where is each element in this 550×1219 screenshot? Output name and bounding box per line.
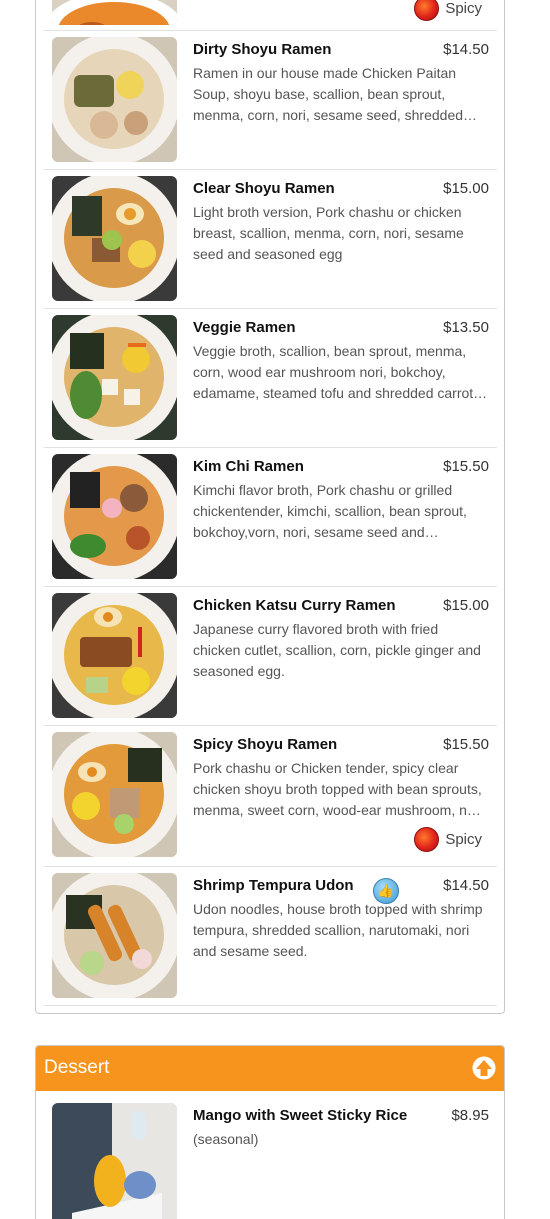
food-photo-graphic: [52, 1103, 177, 1219]
food-photo-graphic: [52, 454, 177, 579]
item-price: $15.50: [443, 458, 489, 475]
ramen-section-panel: Spicy Dirty Shoyu Ramen $14.50 Ramen in …: [35, 0, 505, 1014]
item-price: $14.50: [443, 877, 489, 894]
arrow-up-icon[interactable]: [472, 1056, 496, 1080]
food-photo: [52, 454, 177, 579]
item-name: Mango with Sweet Sticky Rice: [193, 1107, 408, 1124]
list-item[interactable]: Kim Chi Ramen $15.50 Kimchi flavor broth…: [44, 448, 497, 587]
dessert-section-panel: Dessert Mango with Sweet Sticky Rice $8.…: [35, 1045, 505, 1219]
spicy-tag: Spicy: [414, 0, 482, 21]
item-description: Veggie broth, scallion, bean sprout, men…: [193, 343, 488, 401]
item-price: $13.50: [443, 319, 489, 336]
item-description: Kimchi flavor broth, Pork chashu or gril…: [193, 482, 467, 540]
list-item[interactable]: Clear Shoyu Ramen $15.00 Light broth ver…: [44, 170, 497, 309]
list-item[interactable]: Veggie Ramen $13.50 Veggie broth, scalli…: [44, 309, 497, 448]
food-photo-graphic: [52, 593, 177, 718]
item-price: $15.50: [443, 736, 489, 753]
food-photo: [52, 0, 177, 25]
pepper-icon: [414, 0, 440, 21]
food-photo-graphic: [52, 732, 177, 857]
list-item[interactable]: Spicy Shoyu Ramen $15.50 Pork chashu or …: [44, 726, 497, 867]
item-name: Kim Chi Ramen: [193, 458, 304, 475]
list-item[interactable]: Spicy: [44, 0, 497, 31]
item-name: Clear Shoyu Ramen: [193, 180, 335, 197]
item-description: Light broth version, Pork chashu or chic…: [193, 204, 464, 262]
food-photo: [52, 732, 177, 857]
spicy-tag: Spicy: [414, 827, 482, 852]
item-price: $8.95: [451, 1107, 489, 1124]
item-name: Veggie Ramen: [193, 319, 296, 336]
food-photo: [52, 37, 177, 162]
item-description: Pork chashu or Chicken tender, spicy cle…: [193, 760, 482, 818]
food-photo-graphic: [52, 176, 177, 301]
food-photo: [52, 315, 177, 440]
food-photo: [52, 1103, 177, 1219]
item-name: Chicken Katsu Curry Ramen: [193, 597, 396, 614]
list-item[interactable]: Shrimp Tempura Udon 👍 $14.50 Udon noodle…: [44, 867, 497, 1006]
food-photo-graphic: [52, 315, 177, 440]
item-description: Japanese curry flavored broth with fried…: [193, 621, 481, 679]
item-name: Shrimp Tempura Udon: [193, 877, 354, 894]
item-price: $14.50: [443, 41, 489, 58]
food-photo: [52, 176, 177, 301]
food-photo-graphic: [52, 0, 177, 25]
item-description: Ramen in our house made Chicken Paitan S…: [193, 65, 478, 123]
list-item[interactable]: Mango with Sweet Sticky Rice $8.95 (seas…: [44, 1097, 497, 1219]
item-description: (seasonal): [193, 1131, 259, 1147]
section-header: Dessert: [36, 1046, 504, 1091]
item-description: Udon noodles, house broth topped with sh…: [193, 901, 483, 959]
food-photo: [52, 593, 177, 718]
item-name: Dirty Shoyu Ramen: [193, 41, 332, 58]
food-photo-graphic: [52, 873, 177, 998]
spicy-tag-label: Spicy: [445, 831, 482, 848]
item-price: $15.00: [443, 597, 489, 614]
section-title: Dessert: [44, 1057, 110, 1078]
pepper-icon: [414, 827, 440, 852]
list-item[interactable]: Chicken Katsu Curry Ramen $15.00 Japanes…: [44, 587, 497, 726]
spicy-tag-label: Spicy: [445, 0, 482, 17]
item-name: Spicy Shoyu Ramen: [193, 736, 338, 753]
food-photo-graphic: [52, 37, 177, 162]
item-price: $15.00: [443, 180, 489, 197]
food-photo: [52, 873, 177, 998]
list-item[interactable]: Dirty Shoyu Ramen $14.50 Ramen in our ho…: [44, 31, 497, 170]
